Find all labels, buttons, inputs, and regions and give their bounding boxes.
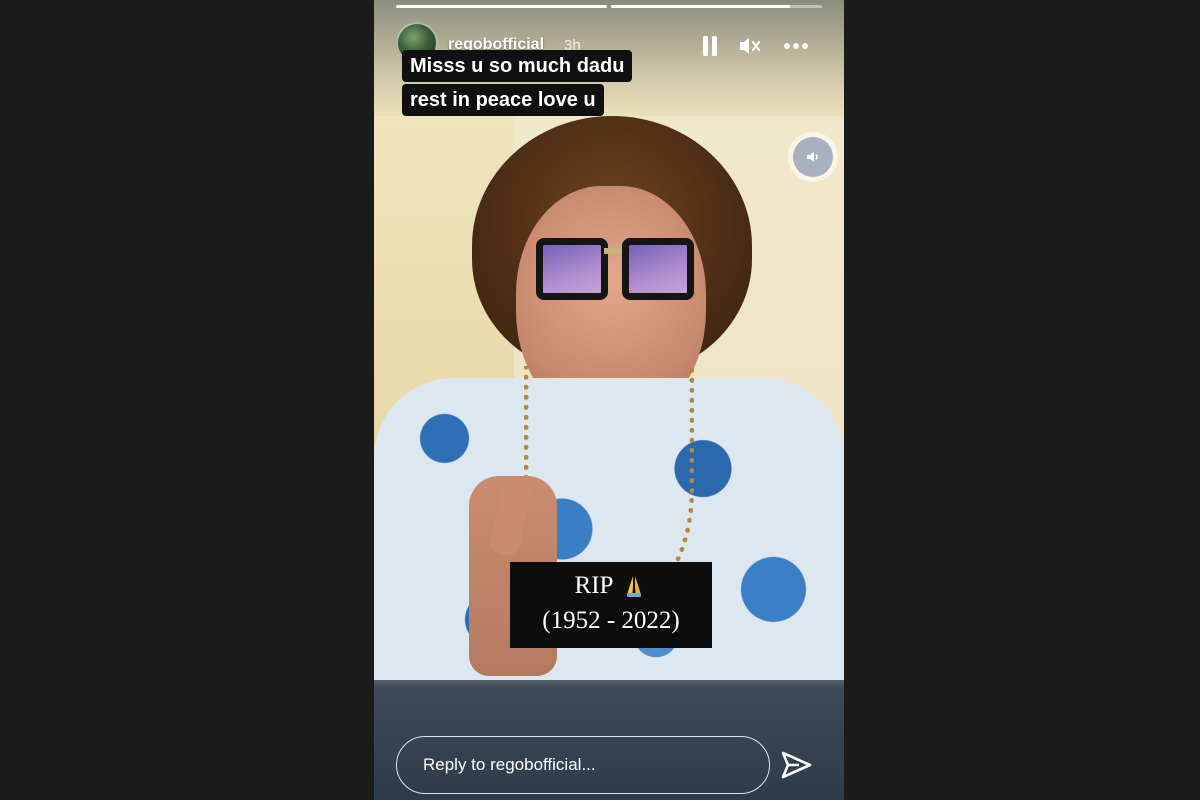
- speaker-muted-icon: [740, 38, 761, 54]
- story-photo: RIP (1952 - 2022): [374, 116, 844, 680]
- reply-input[interactable]: Reply to regobofficial...: [396, 736, 770, 794]
- speaker-icon: [807, 152, 818, 162]
- progress-segment-1: [396, 5, 607, 8]
- progress-segment-2: [611, 5, 822, 8]
- caption-line-1: Misss u so much dadu: [402, 50, 633, 82]
- pause-button[interactable]: [696, 32, 724, 60]
- years-text: (1952 - 2022): [542, 607, 680, 634]
- story-caption: Misss u so much dadu rest in peace love …: [402, 50, 633, 116]
- more-horizontal-icon: [784, 43, 808, 49]
- folded-hands-icon: [627, 576, 642, 597]
- pause-icon: [703, 36, 717, 56]
- more-options-button[interactable]: [782, 32, 810, 60]
- story-viewer[interactable]: RIP (1952 - 2022) regobofficial 3h Misss…: [374, 0, 844, 800]
- rip-overlay: RIP (1952 - 2022): [510, 562, 712, 648]
- rip-text: RIP: [574, 572, 614, 599]
- caption-line-2: rest in peace love u: [402, 84, 604, 116]
- reply-placeholder: Reply to regobofficial...: [423, 755, 596, 774]
- send-button[interactable]: [779, 750, 813, 780]
- sunglasses: [536, 228, 698, 314]
- story-progress: [396, 5, 822, 8]
- volume-button[interactable]: [788, 132, 838, 182]
- mute-button[interactable]: [736, 32, 764, 60]
